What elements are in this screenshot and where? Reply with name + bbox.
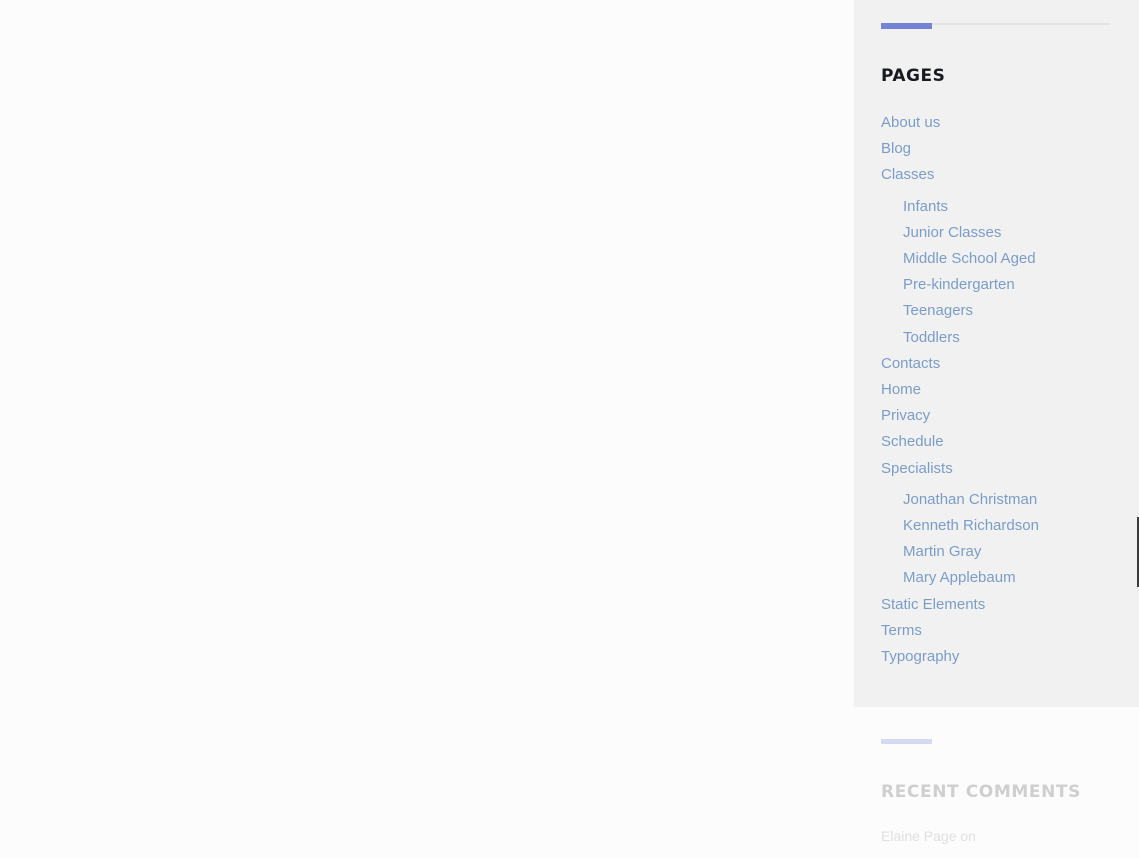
page-link[interactable]: Infants — [881, 194, 1039, 220]
main-content-area — [0, 0, 854, 858]
page-link[interactable]: Classes — [881, 162, 1039, 188]
list-item: Home — [881, 377, 1039, 403]
list-item: Contacts — [881, 351, 1039, 377]
list-item: Classes — [881, 162, 1039, 188]
page-link[interactable]: Jonathan Christman — [881, 487, 1039, 513]
underline-accent — [881, 23, 932, 29]
page-link[interactable]: Typography — [881, 644, 1039, 670]
pages-widget-title: PAGES — [881, 66, 946, 86]
page-link[interactable]: Contacts — [881, 351, 1039, 377]
widget-title-underline-accent — [881, 739, 932, 744]
recent-comments-widget: RECENT COMMENTS Elaine Page on — [854, 707, 1139, 858]
page-link[interactable]: Pre-kindergarten — [881, 272, 1039, 298]
page-link[interactable]: Martin Gray — [881, 539, 1039, 565]
page-link[interactable]: Home — [881, 377, 1039, 403]
pages-widget: PAGES About us Blog Classes Infants Junior C… — [854, 0, 1139, 707]
list-item: Teenagers — [881, 298, 1039, 324]
page-link[interactable]: Blog — [881, 136, 1039, 162]
page-link[interactable]: Specialists — [881, 456, 1039, 482]
pages-list: About us Blog Classes Infants Junior Classes… — [881, 110, 1039, 670]
list-item: Kenneth Richardson — [881, 513, 1039, 539]
list-item: Blog — [881, 136, 1039, 162]
list-item: Infants — [881, 194, 1039, 220]
list-item: Martin Gray — [881, 539, 1039, 565]
list-item: Mary Applebaum — [881, 565, 1039, 591]
page-link[interactable]: Toddlers — [881, 325, 1039, 351]
recent-comment-item[interactable]: Elaine Page on — [881, 828, 976, 844]
list-item: Middle School Aged — [881, 246, 1039, 272]
page-link[interactable]: Mary Applebaum — [881, 565, 1039, 591]
list-item: Toddlers — [881, 325, 1039, 351]
list-item: Pre-kindergarten — [881, 272, 1039, 298]
list-item: Static Elements — [881, 592, 1039, 618]
list-item: Terms — [881, 618, 1039, 644]
list-item: Privacy — [881, 403, 1039, 429]
widget-title-underline — [881, 22, 1110, 29]
list-item: Junior Classes — [881, 220, 1039, 246]
page-link[interactable]: Privacy — [881, 403, 1039, 429]
page-link[interactable]: Teenagers — [881, 298, 1039, 324]
list-item: Typography — [881, 644, 1039, 670]
list-item: Specialists — [881, 456, 1039, 482]
page-link[interactable]: Junior Classes — [881, 220, 1039, 246]
page-link[interactable]: Terms — [881, 618, 1039, 644]
page-link[interactable]: About us — [881, 110, 1039, 136]
page-link[interactable]: Schedule — [881, 429, 1039, 455]
recent-comments-title: RECENT COMMENTS — [881, 782, 1081, 802]
list-item: Schedule — [881, 429, 1039, 455]
list-item: Jonathan Christman — [881, 487, 1039, 513]
page-link[interactable]: Kenneth Richardson — [881, 513, 1039, 539]
page-link[interactable]: Middle School Aged — [881, 246, 1039, 272]
page-link[interactable]: Static Elements — [881, 592, 1039, 618]
sidebar: PAGES About us Blog Classes Infants Junior C… — [854, 0, 1139, 858]
list-item: About us — [881, 110, 1039, 136]
